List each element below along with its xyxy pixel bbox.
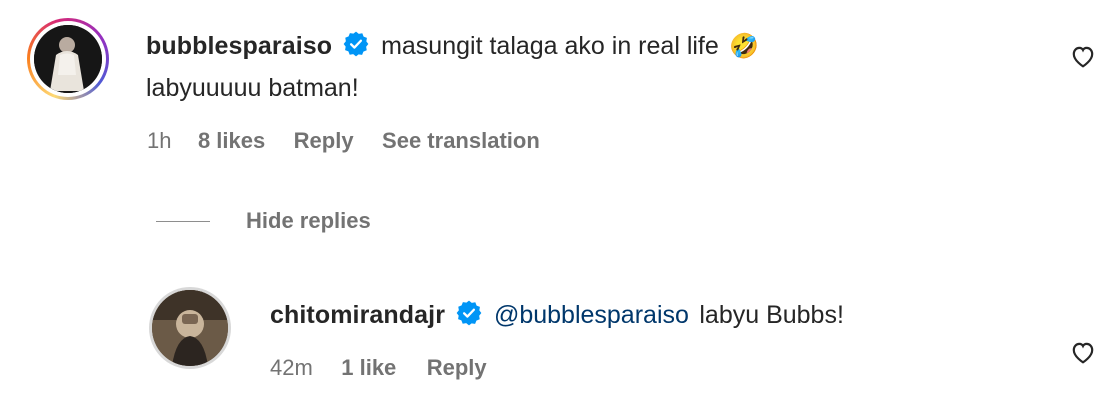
- verified-badge-icon: [343, 31, 369, 62]
- reply-avatar[interactable]: [149, 287, 231, 369]
- comment-username[interactable]: bubblesparaiso: [146, 32, 332, 60]
- comment-header: bubblesparaiso masungit talaga ako in re…: [146, 26, 759, 67]
- comment-likes[interactable]: 8 likes: [198, 128, 265, 153]
- comment-meta: 1h 8 likes Reply See translation: [147, 128, 540, 154]
- reply-mention-link[interactable]: @bubblesparaiso: [494, 301, 689, 329]
- reply-text: labyu Bubbs!: [699, 301, 844, 329]
- reply-time[interactable]: 42m: [270, 355, 313, 380]
- comment-text-line1: masungit talaga ako in real life: [381, 32, 719, 60]
- see-translation-button[interactable]: See translation: [382, 128, 540, 153]
- reply-likes[interactable]: 1 like: [341, 355, 396, 380]
- reply-header: chitomirandajr @bubblesparaiso labyu Bub…: [270, 295, 844, 335]
- avatar-photo: [34, 25, 102, 93]
- verified-badge-icon: [456, 300, 482, 331]
- reply-avatar-photo: [152, 290, 228, 366]
- reply-like-heart-icon[interactable]: [1070, 340, 1096, 369]
- reply-avatar-photo-image: [152, 290, 228, 366]
- comment-like-heart-icon[interactable]: [1070, 44, 1096, 73]
- reply-username[interactable]: chitomirandajr: [270, 301, 445, 329]
- avatar-photo-image: [34, 25, 102, 93]
- comment-text-line2: labyuuuuu batman!: [146, 74, 359, 102]
- avatar[interactable]: [27, 18, 109, 100]
- comment-reply-button[interactable]: Reply: [294, 128, 354, 153]
- reply-reply-button[interactable]: Reply: [427, 355, 487, 380]
- comment-time[interactable]: 1h: [147, 128, 171, 153]
- laughing-emoji: 🤣: [729, 33, 760, 60]
- hide-replies-button[interactable]: Hide replies: [246, 208, 371, 234]
- replies-divider-line: [156, 221, 210, 222]
- reply-meta: 42m 1 like Reply: [270, 355, 487, 381]
